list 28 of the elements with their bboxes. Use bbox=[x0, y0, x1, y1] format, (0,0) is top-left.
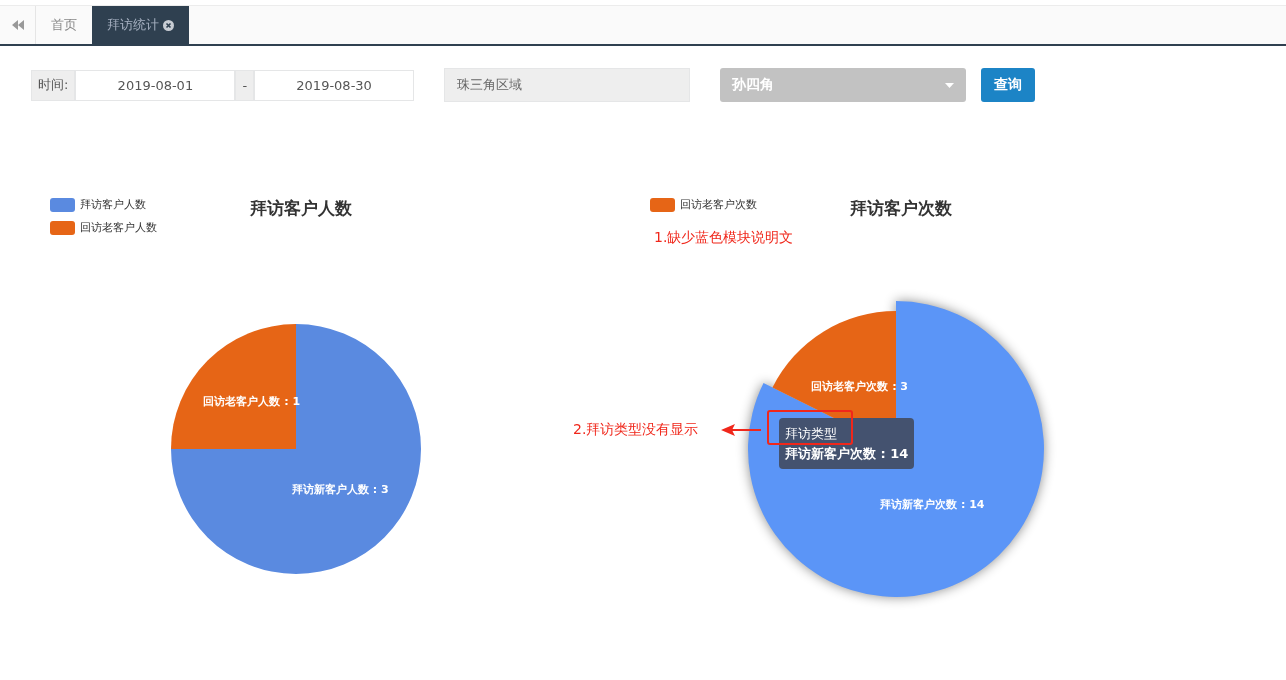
chart-title: 拜访客户次数 bbox=[850, 197, 952, 220]
legend-swatch[interactable] bbox=[50, 220, 75, 235]
legend-label[interactable]: 回访老客户人数 bbox=[80, 220, 157, 235]
slice-label: 拜访新客户次数 : 14 bbox=[880, 497, 985, 511]
end-date-field[interactable]: 2019-08-30 bbox=[254, 69, 415, 101]
time-label: 时间: bbox=[31, 69, 76, 101]
region-field[interactable]: 珠三角区域 bbox=[444, 68, 691, 102]
legend-label[interactable]: 拜访客户人数 bbox=[80, 197, 146, 212]
tooltip-value: 拜访新客户次数 : 14 bbox=[785, 445, 909, 463]
annotation-text: 1.缺少蓝色模块说明文 bbox=[654, 229, 794, 247]
chart-title: 拜访客户人数 bbox=[250, 197, 352, 220]
legend-label[interactable]: 回访老客户次数 bbox=[680, 197, 757, 212]
date-separator: - bbox=[235, 69, 255, 101]
pie-slice[interactable] bbox=[171, 324, 421, 574]
caret-icon bbox=[945, 82, 955, 88]
slice-label: 回访老客户次数 : 3 bbox=[811, 380, 909, 394]
annotation-arrow bbox=[721, 424, 761, 436]
tab[interactable]: 拜访统计 bbox=[92, 6, 189, 44]
start-date-field[interactable]: 2019-08-01 bbox=[75, 69, 236, 101]
double-arrow-left-icon bbox=[11, 20, 24, 30]
query-button[interactable]: 查询 bbox=[981, 68, 1036, 102]
slice-label: 拜访新客户人数 : 3 bbox=[291, 483, 389, 497]
close-icon[interactable] bbox=[163, 19, 174, 31]
legend-swatch[interactable] bbox=[650, 197, 675, 212]
tooltip-title: 拜访类型 bbox=[785, 425, 838, 443]
legend-swatch[interactable] bbox=[50, 197, 75, 212]
annotation-text: 2.拜访类型没有显示 bbox=[573, 421, 699, 439]
tab[interactable]: 首页 bbox=[36, 6, 92, 44]
